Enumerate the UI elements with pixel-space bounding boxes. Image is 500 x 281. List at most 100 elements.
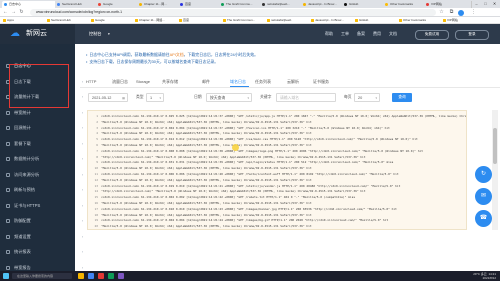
tab-item[interactable]: HTTP — [86, 77, 96, 87]
type-select[interactable]: 1 ▾ — [146, 93, 164, 102]
topbar-link[interactable]: 工单 — [341, 30, 349, 38]
tab-item[interactable]: 流量日志 — [112, 77, 128, 87]
sidebar-item-icon — [6, 157, 10, 161]
maximize-icon[interactable]: □ — [481, 0, 490, 8]
tab-item[interactable]: 共享存储 — [162, 77, 178, 87]
sidebar-item-label: 统计报表 — [14, 249, 31, 254]
avatar[interactable] — [458, 9, 464, 16]
close-icon[interactable]: ✕ — [490, 0, 499, 8]
bookmark-icon — [311, 19, 314, 22]
browser-tab[interactable]: VIP网站 — [424, 1, 472, 8]
star-icon[interactable]: ☆ — [438, 9, 445, 16]
forward-icon[interactable]: → — [10, 9, 17, 16]
log-line-text: <cdn0.xinruncloud.com> 61.134.210.17 0.0… — [101, 218, 389, 223]
topbar-link[interactable]: 帮助 — [325, 30, 333, 38]
topbar-link[interactable]: 文档 — [389, 30, 397, 38]
bookmark-item[interactable]: Chapter 11 - 网络... — [135, 17, 179, 24]
log-line-text: <cdn0.xinruncloud.com> 61.134.210.17 0.0… — [101, 125, 390, 130]
phone-icon[interactable]: ☎ — [475, 210, 492, 227]
extensions-icon[interactable]: ⧉ — [448, 9, 455, 16]
refresh-icon[interactable]: ↻ — [475, 166, 492, 183]
taskbar-search[interactable]: 在这里输入你要搜索的内容 — [12, 273, 72, 279]
sidebar-item[interactable]: 带宽统计 › — [0, 107, 89, 119]
bookmark-label: Apps — [7, 18, 14, 22]
notice-text: 支持日志下载，日志保存周期最长为30天，可以按域名查询下载日志记录。 — [89, 59, 219, 64]
mail-icon[interactable]: ✉ — [475, 188, 492, 205]
log-line-text: <cdn0.xinruncloud.com> 61.134.210.17 0.0… — [101, 160, 394, 165]
topbar-pill-button[interactable]: 免费试用 — [415, 30, 449, 40]
logo[interactable]: ☁ 新网云 — [0, 24, 75, 44]
console-menu[interactable]: 控制台 — [89, 30, 102, 38]
bookmark-icon — [179, 19, 182, 22]
log-line-text: "Mozilla/5.0 (Windows NT 10.0; Win64; x6… — [101, 224, 312, 229]
bookmark-item[interactable]: SecGrand Hub — [47, 17, 91, 24]
sidebar-item[interactable]: 回源统计 › — [0, 122, 89, 134]
logo-name: 新网云 — [26, 30, 47, 37]
scrollbar[interactable] — [492, 110, 498, 230]
search-button[interactable]: 查询 — [392, 93, 412, 102]
chrome-icon[interactable] — [88, 273, 94, 279]
bookmark-item[interactable]: Apps — [3, 17, 47, 24]
bookmark-icon — [443, 19, 446, 22]
sidebar-item[interactable]: 频道设置 › — [0, 231, 89, 243]
sidebar-item-icon — [6, 234, 10, 239]
bookmark-item[interactable]: nebulabs/jbeeb — [267, 17, 311, 24]
menu-icon[interactable]: ⋮ — [470, 9, 477, 16]
log-line-text: <cdn0.xinruncloud.com> 61.134.210.17 0.0… — [101, 206, 397, 211]
page-size-select[interactable]: 20 ▾ — [354, 93, 380, 102]
bookmark-item[interactable]: GitHub — [355, 17, 399, 24]
app-icon[interactable] — [108, 273, 114, 279]
notice-text: ，下载完日志后，日志将在24小时后失效。 — [183, 52, 258, 57]
tab-item[interactable]: Storage — [136, 77, 150, 87]
browser-tab[interactable]: 日志中心 — [2, 1, 62, 8]
bookmark-item[interactable]: VIP网站 — [443, 17, 487, 24]
sidebar-item-label: 带宽统计 — [14, 109, 31, 115]
system-tray: 29°C 多云 14:21 2021/8/12 — [473, 272, 496, 280]
keyword-input[interactable]: 请输入域名 — [276, 93, 336, 102]
bookmark-label: VIP网站 — [447, 18, 458, 22]
url-input[interactable]: www.xinruncloud.com/console/cdn/log?regi… — [30, 9, 436, 16]
sidebar-item[interactable]: 刷新与预热 › — [0, 184, 89, 196]
tab-item[interactable]: 邮件 — [202, 77, 210, 87]
reload-icon[interactable]: ↻ — [18, 9, 25, 16]
browser-tab-strip: 日志中心 SecGrand Hub Google Chapter 11 - 网... 百… — [0, 0, 500, 8]
sidebar-item-icon — [6, 265, 10, 270]
bookmark-item[interactable]: Google — [91, 17, 135, 24]
tab-item[interactable]: 云解析 — [287, 77, 299, 87]
topbar-link[interactable]: 费用 — [373, 30, 381, 38]
scope-select[interactable]: 按天查询 ▾ — [206, 93, 252, 102]
bookmark-item[interactable]: Javascript - In Brow... — [311, 17, 355, 24]
topbar-link[interactable]: 备案 — [357, 30, 365, 38]
windows-start-icon[interactable] — [3, 273, 9, 279]
sidebar-item[interactable]: 证书与HTTPS › — [0, 200, 89, 212]
chevron-down-icon: ▾ — [247, 96, 249, 100]
sidebar-item-label: 套餐下载 — [14, 140, 31, 146]
app-icon[interactable] — [118, 273, 124, 279]
sidebar-item[interactable]: 防御配置 › — [0, 215, 89, 227]
date-picker[interactable]: 2021-05-12 ▦ — [88, 93, 128, 102]
sidebar-item[interactable]: 统计报表 › — [0, 246, 89, 258]
log-line-text: <cdn0.xinruncloud.com> 61.134.210.17 0.0… — [101, 183, 401, 188]
chevron-right-icon: › — [81, 110, 83, 115]
tab-item[interactable]: 证书服务 — [313, 77, 329, 87]
minimize-icon[interactable]: – — [472, 0, 481, 8]
tab-item[interactable]: 任务列表 — [255, 77, 271, 87]
topbar-pill-button[interactable]: 登录 — [455, 30, 489, 40]
sidebar-item[interactable]: 套餐下载 › — [0, 138, 89, 150]
sidebar-item[interactable]: 访问来源分析 › — [0, 169, 89, 181]
log-output[interactable]: 1 <cdn0.xinruncloud.com> 61.134.210.17 0.… — [87, 110, 467, 230]
app-icon[interactable] — [98, 273, 104, 279]
file-explorer-icon[interactable] — [78, 273, 84, 279]
bookmark-item[interactable]: 百度 — [179, 17, 223, 24]
back-icon[interactable]: ← — [2, 9, 9, 16]
bookmark-item[interactable]: The Graft Commun... — [223, 17, 267, 24]
api-doc-link[interactable]: API文档 — [170, 52, 184, 57]
log-line-text: <cdn0.xinruncloud.com> 61.134.210.17 0.0… — [101, 148, 423, 153]
cursor-highlight — [232, 144, 239, 151]
scrollbar-thumb[interactable] — [493, 128, 497, 164]
sidebar-item[interactable]: 数据统计分析 › — [0, 153, 89, 165]
bookmark-icon — [91, 19, 94, 22]
bookmark-label: The Graft Commun... — [227, 18, 256, 22]
bookmark-item[interactable]: Other bookmarks — [399, 17, 443, 24]
browser-tab-label: Javascript - In Brow... — [308, 2, 337, 6]
